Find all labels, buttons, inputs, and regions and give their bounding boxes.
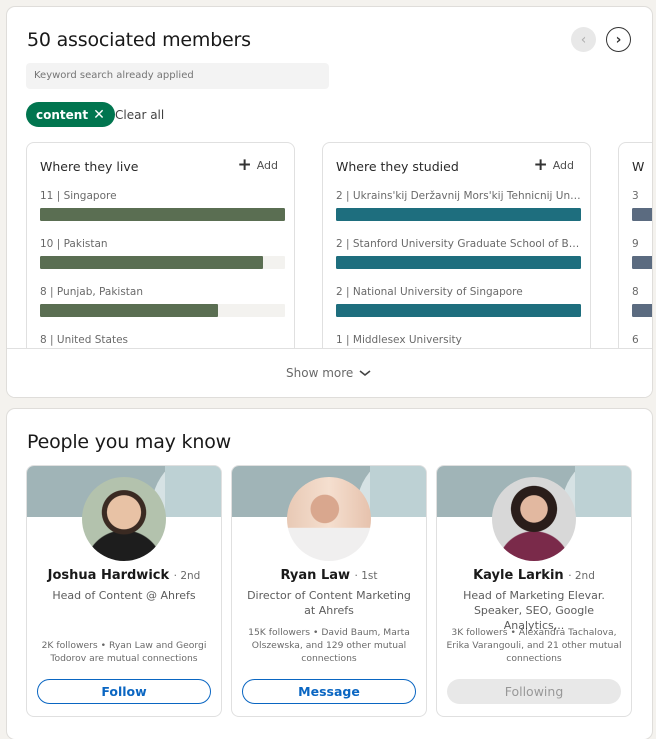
message-button[interactable]: Message xyxy=(242,679,416,704)
facet-bar-track xyxy=(40,304,285,317)
facet-title: Where they studied xyxy=(336,159,459,174)
facet-bar-fill xyxy=(336,304,581,317)
facet-partial: W 3 9 8 6 xyxy=(618,142,652,382)
facet-row[interactable]: 10 | Pakistan xyxy=(40,237,285,269)
facet-bar-track xyxy=(632,256,652,269)
filter-pill-content[interactable]: content ✕ xyxy=(26,102,115,127)
avatar[interactable] xyxy=(287,477,371,561)
carousel-next-button[interactable]: › xyxy=(606,27,631,52)
facet-row-label: 9 xyxy=(632,238,639,250)
person-name[interactable]: Joshua Hardwick · 2nd xyxy=(27,568,221,583)
facet-bar-track xyxy=(336,208,581,221)
facet-row-label: 2 | National University of Singapore xyxy=(336,286,523,298)
pymk-title: People you may know xyxy=(27,431,231,453)
person-name[interactable]: Ryan Law · 1st xyxy=(232,568,426,583)
keyword-search-input[interactable] xyxy=(26,63,329,89)
facet-row-label: 2 | Stanford University Graduate School … xyxy=(336,238,581,250)
avatar[interactable] xyxy=(82,477,166,561)
person-headline: Head of Content @ Ahrefs xyxy=(52,589,196,602)
facet-row-label: 8 | Punjab, Pakistan xyxy=(40,286,144,298)
following-button[interactable]: Following xyxy=(447,679,621,704)
chevron-right-icon: › xyxy=(615,31,622,48)
associated-members-card: 50 associated members ‹ › content ✕ Clea… xyxy=(7,7,652,397)
facet-bar-fill xyxy=(40,208,285,221)
facet-row-label: 8 | United States xyxy=(40,334,128,346)
follow-button[interactable]: Follow xyxy=(37,679,211,704)
facet-row[interactable]: 8 | Punjab, Pakistan xyxy=(40,285,285,317)
facet-row[interactable]: 2 | National University of Singapore xyxy=(336,285,581,317)
facet-row-label: 11 | Singapore xyxy=(40,190,117,202)
connection-degree: · 1st xyxy=(354,570,378,582)
plus-icon: + xyxy=(533,155,548,175)
person-card[interactable]: Kayle Larkin · 2nd Head of Marketing Ele… xyxy=(436,465,632,717)
facet-row[interactable]: 8 | United States xyxy=(40,333,285,347)
add-facet-button[interactable]: + Add xyxy=(533,157,574,174)
mutual-connections: 15K followers • David Baum, Marta Olszew… xyxy=(248,627,410,664)
facet-bar-track xyxy=(40,256,285,269)
facet-row-label: 8 xyxy=(632,286,639,298)
facet-bar-fill xyxy=(632,256,652,269)
facet-bar-track xyxy=(336,304,581,317)
clear-all-button[interactable]: Clear all xyxy=(115,108,164,122)
add-label: Add xyxy=(256,159,278,172)
show-more-button[interactable]: Show more xyxy=(286,366,371,380)
facet-row[interactable]: 11 | Singapore xyxy=(40,189,285,221)
facet-bar-fill xyxy=(40,256,263,269)
facet-where-they-studied: Where they studied + Add 2 | Ukrains'kij… xyxy=(322,142,591,382)
facet-bar-fill xyxy=(336,208,581,221)
facet-bar-track xyxy=(336,256,581,269)
members-title: 50 associated members xyxy=(27,29,251,51)
carousel-prev-button[interactable]: ‹ xyxy=(571,27,596,52)
show-more-bar: Show more xyxy=(7,348,652,397)
connection-degree: · 2nd xyxy=(568,570,595,582)
facet-row[interactable]: 2 | Stanford University Graduate School … xyxy=(336,237,581,269)
facet-row[interactable]: 2 | Ukrains'kij Deržavnij Mors'kij Tehni… xyxy=(336,189,581,221)
facet-bar-track xyxy=(40,208,285,221)
connection-degree: · 2nd xyxy=(173,570,201,582)
facet-row-label: 10 | Pakistan xyxy=(40,238,108,250)
facet-where-they-live: Where they live + Add 11 | Singapore 10 |… xyxy=(26,142,295,382)
facet-row[interactable]: 6 xyxy=(632,333,652,347)
close-icon[interactable]: ✕ xyxy=(93,107,105,123)
avatar[interactable] xyxy=(492,477,576,561)
facet-row[interactable]: 9 xyxy=(632,237,652,269)
facet-row-label: 2 | Ukrains'kij Deržavnij Mors'kij Tehni… xyxy=(336,190,581,202)
filter-pill-label: content xyxy=(36,107,89,122)
facet-bar-fill xyxy=(40,304,219,317)
add-facet-button[interactable]: + Add xyxy=(237,157,278,174)
show-more-label: Show more xyxy=(286,366,354,380)
facet-title: Where they live xyxy=(40,159,139,174)
person-card[interactable]: Joshua Hardwick · 2nd Head of Content @ … xyxy=(26,465,222,717)
person-headline: Director of Content Marketing at Ahrefs xyxy=(247,589,411,617)
facet-bar-track xyxy=(632,208,652,221)
person-card[interactable]: Ryan Law · 1st Director of Content Marke… xyxy=(231,465,427,717)
facet-row-label: 3 xyxy=(632,190,639,202)
add-label: Add xyxy=(552,159,574,172)
chevron-left-icon: ‹ xyxy=(580,31,587,48)
mutual-connections: 3K followers • Alexandra Tachalova, Erik… xyxy=(446,627,622,664)
facet-bar-fill xyxy=(632,208,652,221)
facet-bar-track xyxy=(632,304,652,317)
chevron-down-icon xyxy=(359,370,371,377)
facet-row-label: 1 | Middlesex University xyxy=(336,334,462,346)
facet-title: W xyxy=(632,159,645,174)
person-name[interactable]: Kayle Larkin · 2nd xyxy=(437,568,631,583)
facet-row[interactable]: 8 xyxy=(632,285,652,317)
facet-row-label: 6 xyxy=(632,334,639,346)
facet-bar-fill xyxy=(632,304,652,317)
facet-row[interactable]: 1 | Middlesex University xyxy=(336,333,581,347)
facet-row[interactable]: 3 xyxy=(632,189,652,221)
facet-bar-fill xyxy=(336,256,581,269)
mutual-connections: 2K followers • Ryan Law and Georgi Todor… xyxy=(41,640,207,664)
plus-icon: + xyxy=(237,155,252,175)
people-you-may-know-card: People you may know Joshua Hardwick · 2n… xyxy=(7,409,652,739)
